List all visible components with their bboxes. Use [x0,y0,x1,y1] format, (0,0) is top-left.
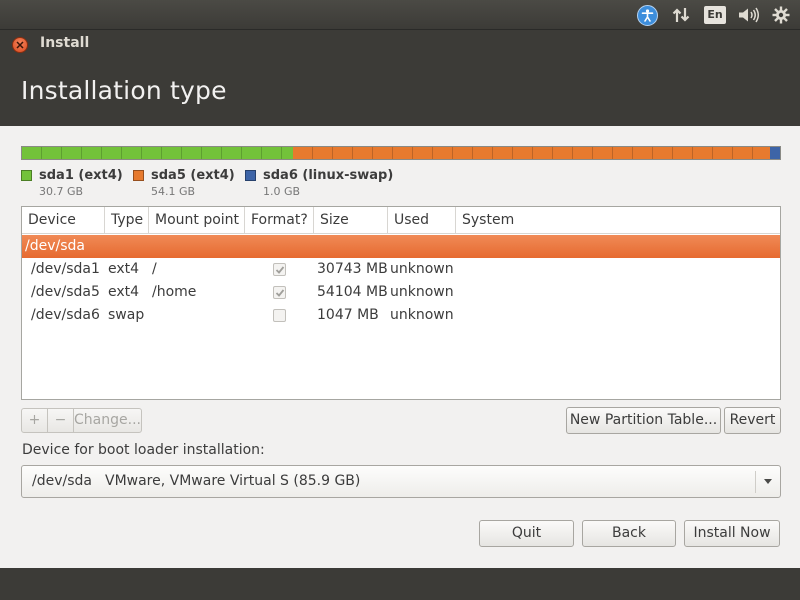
legend-size: 1.0 GB [263,185,301,198]
column-header-used[interactable]: Used [388,207,456,234]
partition-bar [21,146,781,160]
cell-size: 1047 MB [317,307,379,323]
close-button[interactable] [12,37,28,53]
page-title: Installation type [21,76,227,105]
cell-used: unknown [390,261,454,277]
top-panel: En [0,0,800,30]
cell-used: unknown [390,307,454,323]
format-checkbox[interactable] [273,286,286,299]
network-icon[interactable] [668,4,694,26]
change-partition-button[interactable]: Change... [73,408,142,433]
table-header: Device Type Mount point Format? Size Use… [22,207,780,234]
cell-device: /dev/sda6 [31,307,100,323]
dropdown-separator [755,471,756,493]
cell-size: 54104 MB [317,284,388,300]
legend-label: sda5 (ext4) [151,168,235,183]
table-row[interactable]: /dev/sda6 swap 1047 MB unknown [22,304,780,327]
close-icon [16,41,24,49]
boot-device-description: VMware, VMware Virtual S (85.9 GB) [105,473,361,489]
partition-segment-sda1 [22,147,293,159]
column-header-type[interactable]: Type [105,207,149,234]
column-header-format[interactable]: Format? [245,207,314,234]
partition-table: Device Type Mount point Format? Size Use… [21,206,781,400]
partition-segment-sda5 [292,147,771,159]
table-row[interactable]: /dev/sda1 ext4 / 30743 MB unknown [22,258,780,281]
legend-size: 30.7 GB [39,185,84,198]
cell-type: swap [108,307,145,323]
accessibility-icon[interactable] [636,4,658,26]
install-now-button[interactable]: Install Now [684,520,780,547]
back-button[interactable]: Back [582,520,676,547]
cell-device: /dev/sda1 [31,261,100,277]
cell-type: ext4 [108,261,140,277]
table-row-selected[interactable]: /dev/sda [22,235,780,258]
sound-icon[interactable] [736,4,762,26]
cell-mount: /home [152,284,197,300]
revert-button[interactable]: Revert [724,407,781,434]
cell-device: /dev/sda [25,238,85,254]
format-checkbox[interactable] [273,263,286,276]
column-header-mount-point[interactable]: Mount point [149,207,245,234]
column-header-size[interactable]: Size [314,207,388,234]
column-header-system[interactable]: System [456,207,780,234]
legend-swatch [245,170,256,181]
add-partition-button[interactable]: + [21,408,48,433]
legend-swatch [21,170,32,181]
keyboard-layout-indicator[interactable]: En [703,4,727,26]
cell-size: 30743 MB [317,261,388,277]
keyboard-layout-label: En [704,6,726,24]
remove-partition-button[interactable]: − [47,408,74,433]
partition-segment-sda6 [770,147,780,159]
boot-loader-label: Device for boot loader installation: [22,442,265,458]
boot-loader-device-select[interactable]: /dev/sda VMware, VMware Virtual S (85.9 … [21,465,781,498]
boot-device-value: /dev/sda [32,473,92,489]
cell-device: /dev/sda5 [31,284,100,300]
table-row[interactable]: /dev/sda5 ext4 /home 54104 MB unknown [22,281,780,304]
legend-label: sda6 (linux-swap) [263,168,394,183]
gear-icon[interactable] [770,4,792,26]
legend-label: sda1 (ext4) [39,168,123,183]
cell-mount: / [152,261,157,277]
column-header-device[interactable]: Device [22,207,105,234]
new-partition-table-button[interactable]: New Partition Table... [566,407,721,434]
window-title-bar [0,30,800,58]
window-title: Install [40,35,90,51]
quit-button[interactable]: Quit [479,520,574,547]
bottom-strip [0,568,800,600]
legend-size: 54.1 GB [151,185,196,198]
chevron-down-icon [764,479,772,484]
cell-used: unknown [390,284,454,300]
legend-swatch [133,170,144,181]
format-checkbox[interactable] [273,309,286,322]
cell-type: ext4 [108,284,140,300]
